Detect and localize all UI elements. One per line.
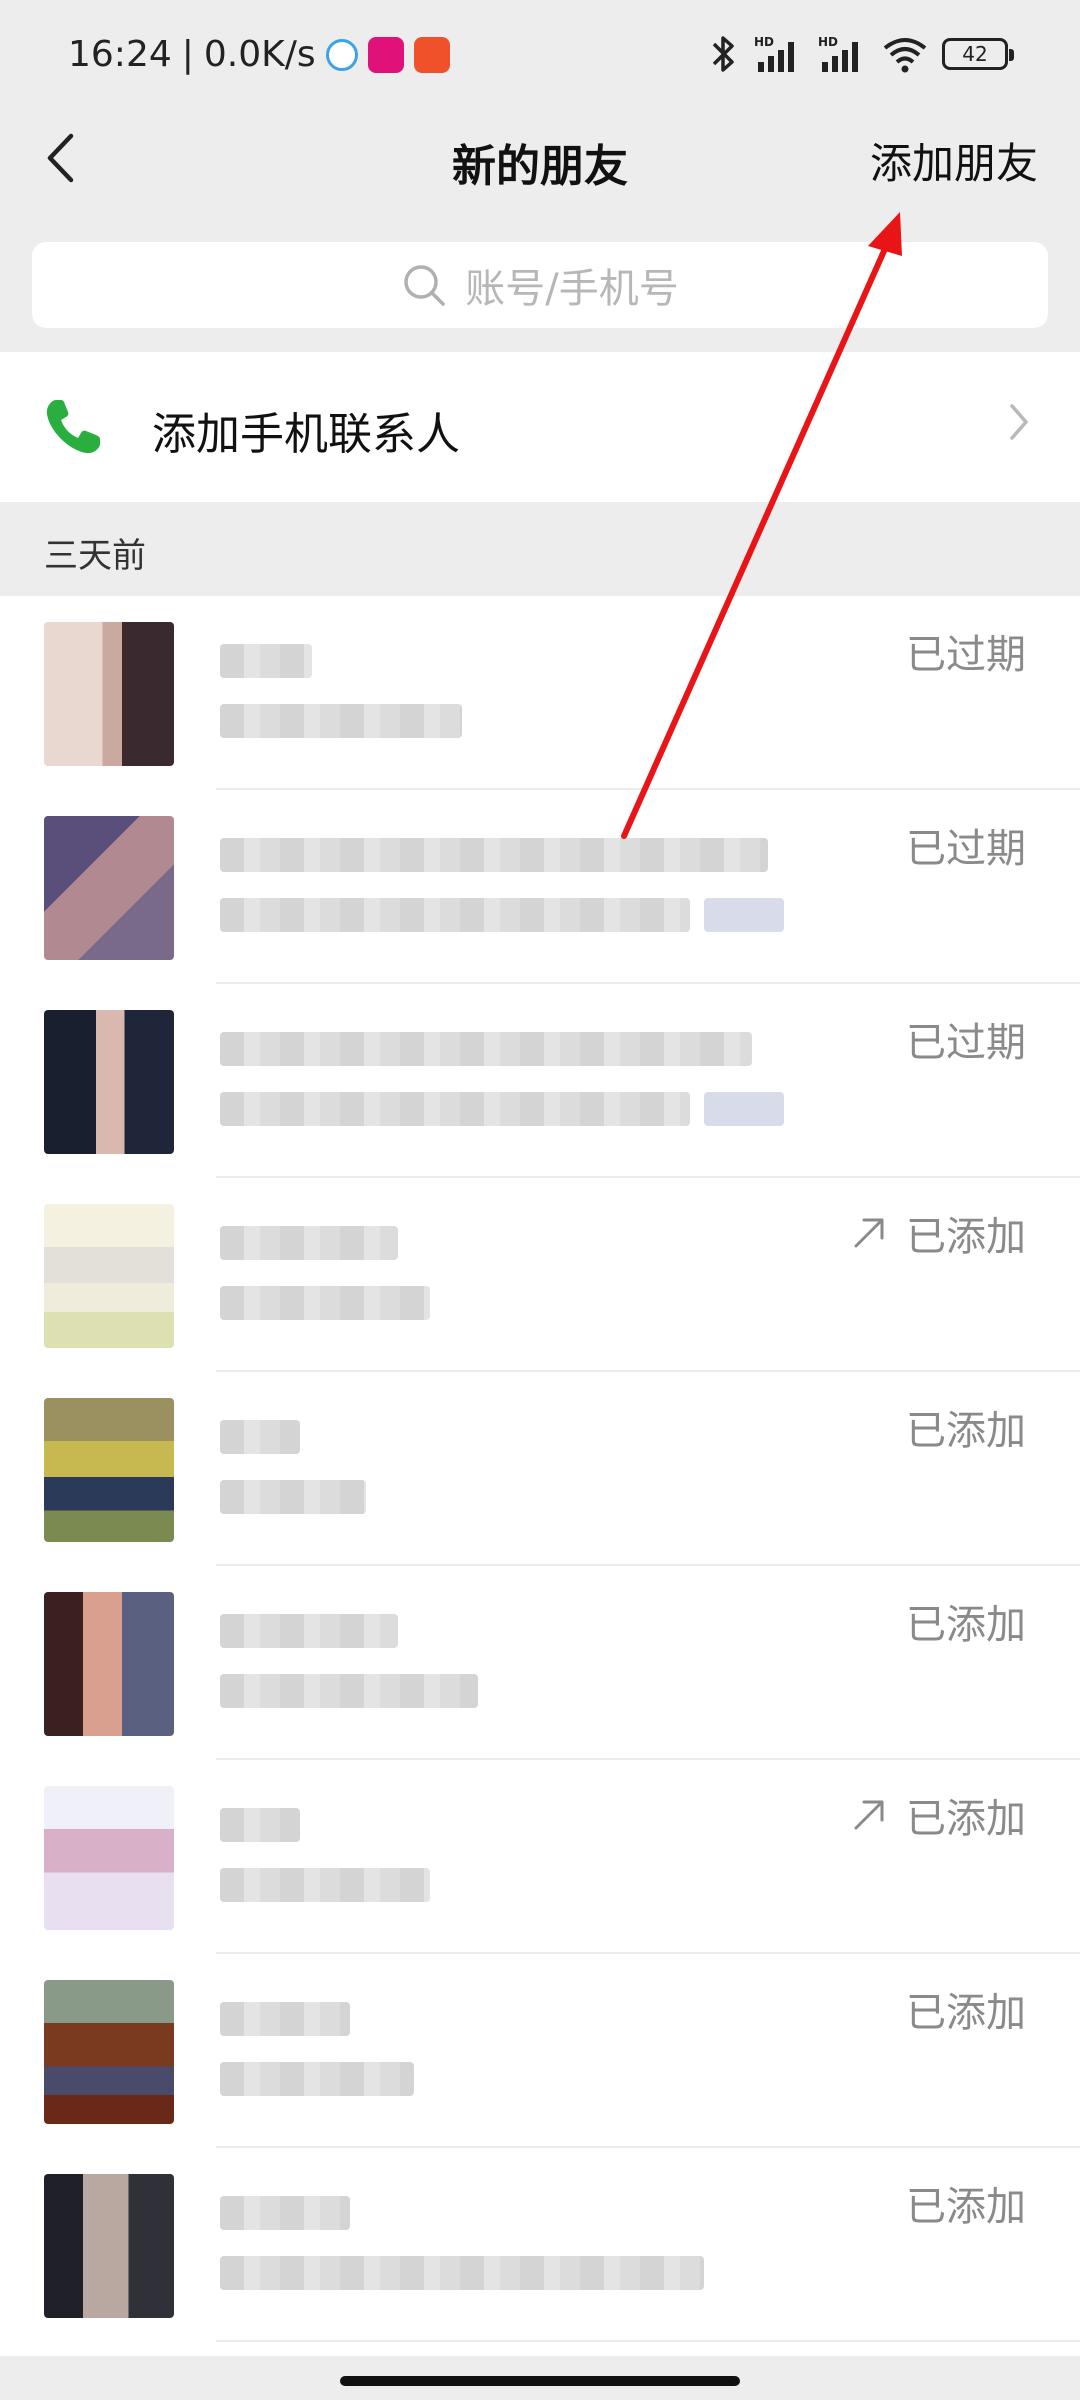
list-item[interactable]: 已添加 (0, 2148, 1080, 2342)
blurred-name (220, 644, 312, 678)
phone-icon (46, 400, 100, 454)
request-status-text: 已过期 (906, 826, 1026, 872)
request-status-text: 已添加 (906, 1214, 1026, 1260)
list-item[interactable]: 已添加 (0, 1954, 1080, 2148)
app-notification-icon (325, 38, 358, 71)
add-friend-button[interactable]: 添加朋友 (870, 130, 1038, 191)
blurred-name (220, 2002, 350, 2036)
list-item[interactable]: 已添加 (0, 1178, 1080, 1372)
avatar (44, 1204, 174, 1348)
blurred-message (220, 1286, 430, 1320)
status-speed: 0.0K/s (203, 34, 316, 75)
chevron-right-icon (1010, 404, 1028, 440)
request-status: 已添加 (850, 1786, 1026, 1844)
status-bar: 16:24 | 0.0K/s HD HD 42 (0, 0, 1080, 110)
battery-indicator: 42 (942, 38, 1014, 70)
request-status: 已添加 (906, 1592, 1026, 1650)
blurred-message (220, 704, 462, 738)
avatar (44, 816, 174, 960)
blurred-name (220, 1420, 300, 1454)
request-status: 已添加 (850, 1204, 1026, 1262)
status-time: 16:24 (68, 34, 172, 75)
list-item[interactable]: 已过期 (0, 596, 1080, 790)
signal-hd-icon: HD (818, 35, 858, 72)
navigation-bar (0, 2356, 1080, 2400)
avatar (44, 1980, 174, 2124)
list-item[interactable]: 已添加 (0, 1372, 1080, 1566)
shop-app-notification-icon (413, 36, 450, 73)
forward-arrow-icon (854, 1800, 884, 1830)
divider (216, 2340, 1080, 2342)
blurred-tag (704, 898, 784, 932)
svg-text:HD: HD (754, 35, 774, 49)
status-divider: | (181, 34, 194, 75)
request-status-text: 已添加 (906, 1990, 1026, 2036)
blurred-name (220, 1614, 398, 1648)
blurred-message (220, 898, 690, 932)
request-status-text: 已添加 (906, 2184, 1026, 2230)
request-status: 已添加 (906, 2174, 1026, 2232)
blurred-message (220, 2256, 704, 2290)
list-item[interactable]: 已过期 (0, 790, 1080, 984)
request-status-text: 已过期 (906, 1020, 1026, 1066)
blurred-tag (704, 1092, 784, 1126)
blurred-message (220, 1868, 430, 1902)
search-input[interactable]: 账号/手机号 (32, 242, 1048, 328)
section-header: 三天前 (0, 502, 1080, 596)
home-indicator[interactable] (340, 2376, 740, 2386)
request-status: 已过期 (906, 816, 1026, 874)
request-status-text: 已添加 (906, 1602, 1026, 1648)
request-status: 已添加 (906, 1980, 1026, 2038)
avatar (44, 1398, 174, 1542)
blurred-name (220, 1808, 300, 1842)
search-placeholder: 账号/手机号 (465, 266, 679, 312)
section-label: 三天前 (44, 536, 146, 576)
avatar (44, 1786, 174, 1930)
friend-request-list: 已过期 已过期 已过期 已添加 已添加 已添加 已添加 已添加 已添加 (0, 596, 1080, 2356)
request-status-text: 已添加 (906, 1408, 1026, 1454)
wifi-icon (883, 38, 927, 73)
blurred-name (220, 2196, 350, 2230)
add-phone-contacts-label: 添加手机联系人 (152, 409, 460, 460)
status-right: HD HD 42 (706, 34, 1014, 74)
request-status: 已添加 (906, 1398, 1026, 1456)
avatar (44, 622, 174, 766)
request-status-text: 已过期 (906, 632, 1026, 678)
list-item[interactable]: 已添加 (0, 1760, 1080, 1954)
avatar (44, 1010, 174, 1154)
svg-text:HD: HD (818, 35, 838, 49)
blurred-message (220, 1092, 690, 1126)
status-left: 16:24 | 0.0K/s (68, 34, 450, 75)
request-status: 已过期 (906, 1010, 1026, 1068)
list-item[interactable]: 已过期 (0, 984, 1080, 1178)
avatar (44, 1592, 174, 1736)
signal-hd-icon: HD (754, 35, 794, 72)
avatar (44, 2174, 174, 2318)
vip-app-notification-icon (367, 36, 404, 73)
blurred-message (220, 1480, 366, 1514)
blurred-name (220, 1032, 752, 1066)
navigation-header: 新的朋友 添加朋友 (0, 110, 1080, 210)
search-icon (404, 265, 445, 306)
request-status-text: 已添加 (906, 1796, 1026, 1842)
blurred-message (220, 2062, 414, 2096)
forward-arrow-icon (854, 1218, 884, 1248)
bluetooth-icon (712, 36, 734, 72)
blurred-name (220, 1226, 398, 1260)
blurred-message (220, 1674, 478, 1708)
add-phone-contacts-row[interactable]: 添加手机联系人 (0, 352, 1080, 502)
blurred-name (220, 838, 768, 872)
request-status: 已过期 (906, 622, 1026, 680)
list-item[interactable]: 已添加 (0, 1566, 1080, 1760)
